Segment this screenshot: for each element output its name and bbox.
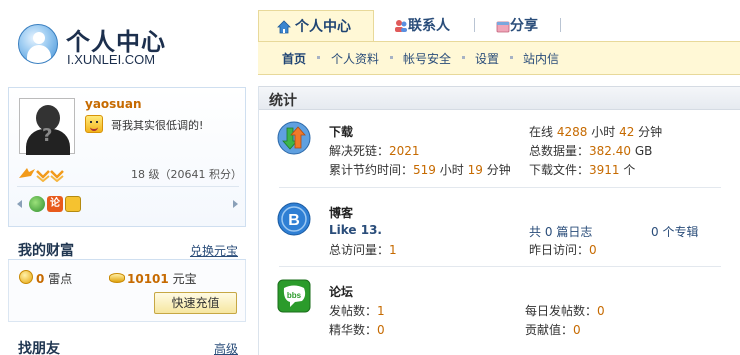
subnav-separator	[317, 56, 320, 59]
subnav-separator	[510, 56, 513, 59]
tab-share[interactable]: 分享	[488, 10, 538, 42]
blog-icon: B	[277, 202, 311, 236]
divider	[279, 266, 721, 267]
yuanbao-icon	[109, 273, 125, 283]
mood-text[interactable]: 哥我其实很低调的!	[111, 117, 203, 133]
stats-title: 统计	[269, 93, 297, 109]
download-title: 下载	[329, 125, 354, 139]
download-files-stat: 下载文件：3911 个	[529, 163, 636, 177]
profile-card: ? yaosuan 哥我其实很低调的! 18 级（20641 积分） 论	[8, 87, 246, 227]
subnav-separator	[390, 56, 393, 59]
subnav-inbox[interactable]: 站内信	[523, 50, 559, 67]
blog-visits-stat: 总访问量：1	[329, 243, 397, 257]
level-wings-icon	[19, 168, 64, 182]
sub-navigation: 首页 个人资料 帐号安全 设置 站内信	[258, 41, 740, 75]
tab-divider	[474, 18, 475, 32]
tv-app-icon[interactable]	[65, 196, 81, 212]
tab-share-label: 分享	[510, 18, 538, 34]
forum-contribution-stat: 贡献值：0	[525, 323, 581, 337]
yuanbao-amount: 10101 元宝	[127, 272, 197, 286]
tab-contacts-label: 联系人	[408, 18, 450, 34]
forum-daily-posts-stat: 每日发帖数：0	[525, 304, 605, 318]
quick-recharge-button[interactable]: 快速充值	[154, 292, 237, 314]
blog-yesterday-stat: 昨日访问：0	[529, 243, 597, 257]
advanced-search-link[interactable]: 高级	[214, 340, 238, 355]
tab-divider	[560, 18, 561, 32]
subnav-profile[interactable]: 个人资料	[331, 50, 379, 67]
wealth-header: 我的财富 兑换元宝	[8, 236, 246, 260]
download-icon	[277, 121, 311, 155]
find-friends-title: 找朋友	[18, 341, 60, 355]
subnav-settings[interactable]: 设置	[475, 50, 499, 67]
avatar[interactable]: ?	[19, 98, 75, 155]
subnav-separator	[462, 56, 465, 59]
logo-subtitle: I.XUNLEI.COM	[67, 52, 156, 67]
forum-essence-stat: 精华数：0	[329, 323, 385, 337]
total-data-stat: 总数据量：382.40 GB	[529, 144, 653, 158]
saved-time-stat: 累计节约时间：519 小时 19 分钟	[329, 163, 511, 177]
contacts-icon	[395, 20, 407, 32]
blog-title: 博客	[329, 206, 354, 220]
username[interactable]: yaosuan	[85, 97, 142, 111]
tab-user-center-label: 个人中心	[295, 19, 351, 35]
online-time-stat: 在线 4288 小时 42 分钟	[529, 125, 663, 139]
forum-posts-stat: 发帖数：1	[329, 304, 385, 318]
level-text: 18 级（20641 积分）	[131, 168, 242, 181]
thunder-coin-icon	[19, 270, 33, 284]
forum-icon: bbs	[277, 279, 311, 313]
wealth-title: 我的财富	[18, 243, 74, 259]
forum-title: 论坛	[329, 285, 354, 299]
main-tabs: 个人中心 联系人 分享	[258, 10, 740, 42]
scroll-left-icon[interactable]	[17, 200, 22, 208]
globe-app-icon[interactable]	[29, 196, 45, 212]
svg-text:B: B	[288, 212, 300, 229]
wealth-panel: 0 雷点 10101 元宝 快速充值	[8, 260, 246, 322]
tab-contacts[interactable]: 联系人	[386, 10, 450, 42]
divider	[17, 186, 239, 187]
site-logo[interactable]: 个人中心 I.XUNLEI.COM	[18, 22, 178, 72]
user-center-icon	[18, 24, 58, 64]
blog-name-link[interactable]: Like 13.	[329, 223, 382, 237]
stats-panel: 统计 下载 解决死链：2021 累计节约时间：519 小时 19 分钟 在线 4…	[258, 86, 740, 355]
deadlink-stat: 解决死链：2021	[329, 144, 420, 158]
exchange-yuanbao-link[interactable]: 兑换元宝	[190, 242, 238, 259]
find-friends-header: 找朋友 高级	[8, 334, 246, 355]
share-icon	[496, 21, 510, 33]
tab-user-center[interactable]: 个人中心	[258, 10, 374, 42]
scroll-right-icon[interactable]	[233, 200, 238, 208]
home-icon	[277, 20, 291, 34]
svg-text:bbs: bbs	[287, 291, 302, 300]
stats-header: 统计	[259, 86, 740, 110]
thunder-points: 0 雷点	[36, 272, 73, 286]
divider	[279, 187, 721, 188]
mood-emoticon-icon	[85, 115, 103, 133]
subnav-home[interactable]: 首页	[282, 50, 306, 67]
forum-app-icon[interactable]: 论	[47, 196, 63, 212]
subnav-account-security[interactable]: 帐号安全	[403, 50, 451, 67]
blog-logs-link[interactable]: 共 0 篇日志	[529, 223, 592, 240]
blog-topics-link[interactable]: 0 个专辑	[651, 223, 698, 240]
